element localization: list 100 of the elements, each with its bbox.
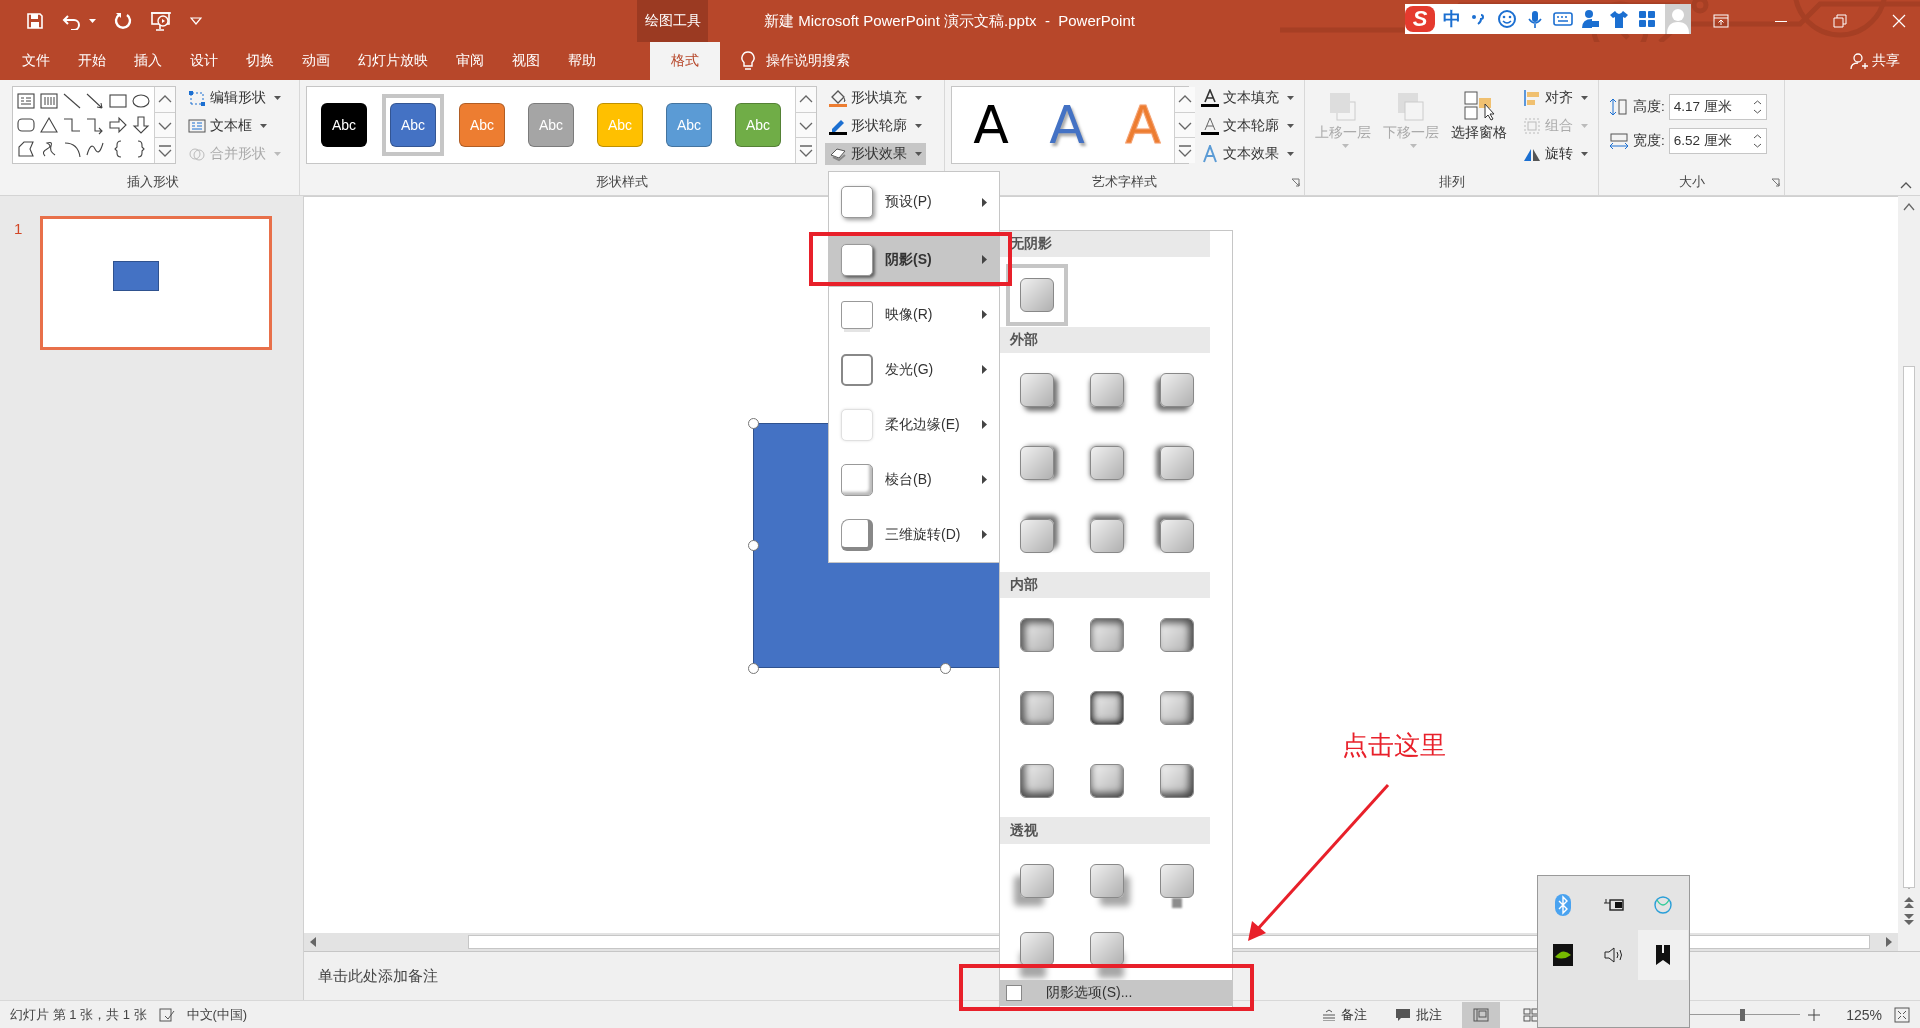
shape-style-option[interactable]: Abc: [313, 94, 375, 156]
apps-grid-icon[interactable]: [1637, 9, 1657, 29]
scroll-down-button[interactable]: [155, 112, 175, 139]
ribbon-tab[interactable]: 动画: [288, 42, 344, 80]
undo-icon[interactable]: [62, 12, 82, 30]
ribbon-display-icon[interactable]: [1713, 14, 1729, 28]
menu-item[interactable]: 柔化边缘(E): [829, 397, 999, 452]
menu-item[interactable]: 映像(R): [829, 287, 999, 342]
command-button[interactable]: 形状填充: [825, 87, 926, 109]
more-button[interactable]: [796, 138, 816, 163]
spinner-icon[interactable]: [1752, 97, 1762, 117]
rounded-rectangle-icon[interactable]: [16, 115, 36, 135]
collapse-ribbon-icon[interactable]: [1900, 181, 1912, 189]
scroll-up-button[interactable]: [155, 87, 175, 113]
command-button[interactable]: 文本填充: [1197, 87, 1298, 109]
ime-logo[interactable]: S: [1405, 6, 1435, 32]
microphone-icon[interactable]: [1525, 9, 1545, 29]
ribbon-tab[interactable]: 切换: [232, 42, 288, 80]
wordart-style[interactable]: A: [966, 99, 1016, 151]
keyboard-icon[interactable]: [1553, 9, 1573, 29]
line-icon[interactable]: [62, 91, 82, 111]
slideshow-icon[interactable]: [150, 11, 172, 31]
resize-handle[interactable]: [748, 540, 759, 551]
restore-icon[interactable]: [1833, 14, 1847, 28]
close-icon[interactable]: [1892, 14, 1906, 28]
ribbon-tab[interactable]: 格式: [650, 42, 720, 80]
scroll-down-button[interactable]: [1175, 112, 1195, 139]
command-button[interactable]: 对齐: [1519, 87, 1592, 109]
graphics-icon[interactable]: [1552, 943, 1574, 967]
resize-handle[interactable]: [748, 418, 759, 429]
emoji-icon[interactable]: [1497, 9, 1517, 29]
user-lock-icon[interactable]: [1581, 9, 1601, 29]
slide-thumbnail[interactable]: [40, 216, 273, 350]
menu-item[interactable]: 预设(P): [829, 172, 999, 232]
notes-placeholder[interactable]: 单击此处添加备注: [318, 966, 438, 986]
menu-item[interactable]: 棱台(B): [829, 452, 999, 507]
ribbon-tab[interactable]: 审阅: [442, 42, 498, 80]
spell-check-icon[interactable]: [158, 1007, 175, 1022]
spinner-icon[interactable]: [1752, 131, 1762, 151]
resize-handle[interactable]: [748, 663, 759, 674]
ribbon-tab[interactable]: 开始: [64, 42, 120, 80]
arrow-line-icon[interactable]: [85, 91, 105, 111]
size-field[interactable]: 6.52 厘米: [1668, 128, 1767, 154]
command-button[interactable]: 编辑形状: [184, 87, 285, 109]
scroll-right-arrow-icon[interactable]: [1884, 936, 1894, 948]
shirt-icon[interactable]: [1609, 9, 1629, 29]
input-mode-toggle[interactable]: 中: [1443, 7, 1461, 31]
share-button[interactable]: 共享: [1872, 52, 1900, 70]
resize-handle[interactable]: [940, 663, 951, 674]
previous-slide-icon[interactable]: [1903, 895, 1915, 909]
shape-style-option[interactable]: Abc: [382, 94, 444, 156]
shadow-options-item[interactable]: 阴影选项(S)...: [1000, 979, 1232, 1006]
ribbon-tab[interactable]: 幻灯片放映: [344, 42, 442, 80]
scroll-up-button[interactable]: [1175, 87, 1195, 113]
normal-view-button[interactable]: [1462, 1001, 1500, 1028]
bluetooth-icon[interactable]: [1552, 893, 1574, 917]
notes-button[interactable]: 备注: [1314, 1005, 1375, 1024]
command-button[interactable]: 选择窗格: [1447, 86, 1511, 169]
menu-item[interactable]: 发光(G): [829, 342, 999, 397]
ribbon-tab[interactable]: 文件: [8, 42, 64, 80]
save-icon[interactable]: [26, 12, 44, 30]
dialog-launcher-icon[interactable]: [1771, 178, 1780, 187]
scroll-left-arrow-icon[interactable]: [308, 936, 318, 948]
zoom-in-icon[interactable]: [1808, 1008, 1820, 1021]
block-arrow-down-icon[interactable]: [131, 115, 151, 135]
shadow-preset-button[interactable]: [1006, 264, 1068, 327]
elbow-arrow-icon[interactable]: [85, 115, 105, 135]
repeat-icon[interactable]: [114, 12, 132, 30]
scroll-up-button[interactable]: [796, 87, 816, 113]
scroll-down-button[interactable]: [796, 112, 816, 139]
more-button[interactable]: [155, 138, 175, 163]
more-button[interactable]: [1175, 138, 1195, 163]
command-button[interactable]: 形状效果: [825, 143, 926, 165]
command-button[interactable]: 旋转: [1519, 143, 1592, 165]
dialog-launcher-icon[interactable]: [1291, 178, 1300, 187]
command-button[interactable]: 文本轮廓: [1197, 115, 1298, 137]
customize-caret-icon[interactable]: [190, 17, 202, 25]
freeform-icon[interactable]: [16, 139, 36, 159]
ellipse-icon[interactable]: [131, 91, 151, 111]
tell-me-search[interactable]: 操作说明搜索: [766, 52, 850, 70]
scrollbar-thumb[interactable]: [1903, 366, 1915, 888]
ribbon-tab[interactable]: 插入: [120, 42, 176, 80]
size-field[interactable]: 4.17 厘米: [1668, 94, 1767, 120]
comments-button[interactable]: 批注: [1387, 1005, 1450, 1024]
ribbon-tab[interactable]: 帮助: [554, 42, 610, 80]
ribbon-tab[interactable]: 视图: [498, 42, 554, 80]
arc-icon[interactable]: [62, 139, 82, 159]
command-button[interactable]: 文本框: [184, 115, 285, 137]
zoom-level[interactable]: 125%: [1832, 1006, 1882, 1023]
command-button[interactable]: 形状轮廓: [825, 115, 926, 137]
menu-item[interactable]: 三维旋转(D): [829, 507, 999, 562]
slider-thumb[interactable]: [1739, 1008, 1745, 1021]
wordart-style[interactable]: A: [1042, 99, 1092, 151]
triangle-icon[interactable]: [39, 115, 59, 135]
ribbon-tab[interactable]: 设计: [176, 42, 232, 80]
fit-slide-icon[interactable]: [1894, 1006, 1910, 1023]
language-indicator[interactable]: 中文(中国): [186, 1005, 248, 1024]
block-arrow-right-icon[interactable]: [108, 115, 128, 135]
next-slide-icon[interactable]: [1903, 913, 1915, 927]
command-button[interactable]: 文本效果: [1197, 143, 1298, 165]
